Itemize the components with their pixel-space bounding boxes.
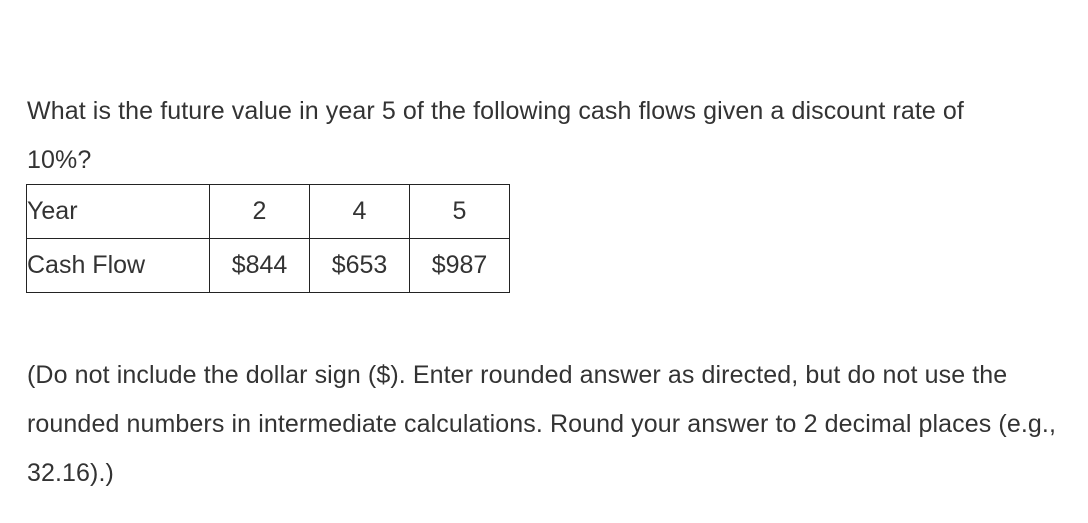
instructions-text: (Do not include the dollar sign ($). Ent… <box>27 361 1056 487</box>
question-text: What is the future value in year 5 of th… <box>27 97 964 174</box>
question-page: What is the future value in year 5 of th… <box>0 0 1088 516</box>
year-cell-2: 4 <box>309 184 410 239</box>
instructions-block: (Do not include the dollar sign ($). Ent… <box>27 326 1067 523</box>
cash-flow-cell-2: $653 <box>309 238 410 293</box>
cashflow-table-container: Year 2 4 5 Cash Flow $844 $653 $987 <box>26 184 510 293</box>
cash-flow-cell-3: $987 <box>409 238 510 293</box>
year-cell-1: 2 <box>209 184 310 239</box>
row-label-cash-flow: Cash Flow <box>26 238 210 293</box>
cashflow-table: Year 2 4 5 Cash Flow $844 $653 $987 <box>26 184 510 293</box>
cash-flow-cell-1: $844 <box>209 238 310 293</box>
table-row: Cash Flow $844 $653 $987 <box>26 238 510 293</box>
year-cell-3: 5 <box>409 184 510 239</box>
table-row: Year 2 4 5 <box>26 184 510 239</box>
row-label-year: Year <box>26 184 210 239</box>
